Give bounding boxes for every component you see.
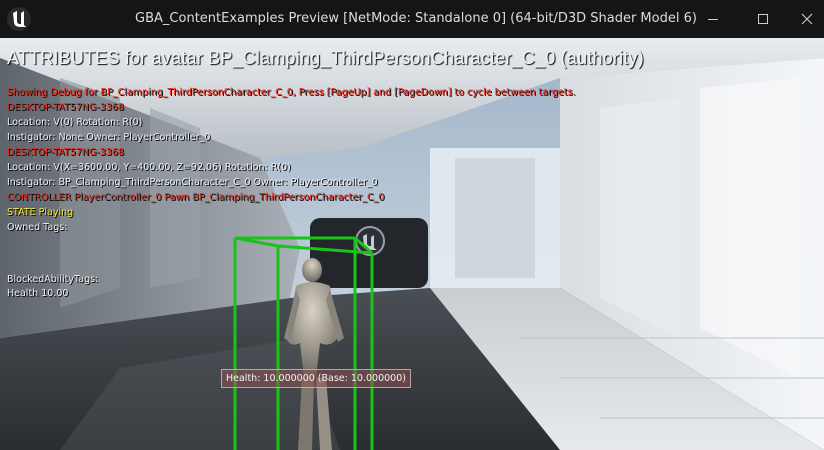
close-icon <box>801 13 813 25</box>
close-button[interactable] <box>784 0 824 38</box>
maximize-button[interactable] <box>740 0 786 38</box>
game-window: GBA_ContentExamples Preview [NetMode: St… <box>0 0 824 450</box>
maximize-icon <box>758 14 768 24</box>
title-bar[interactable]: GBA_ContentExamples Preview [NetMode: St… <box>0 0 824 38</box>
game-viewport[interactable] <box>0 38 824 450</box>
corridor-scene <box>0 38 824 450</box>
minimize-button[interactable] <box>690 0 736 38</box>
minimize-icon <box>708 19 718 20</box>
